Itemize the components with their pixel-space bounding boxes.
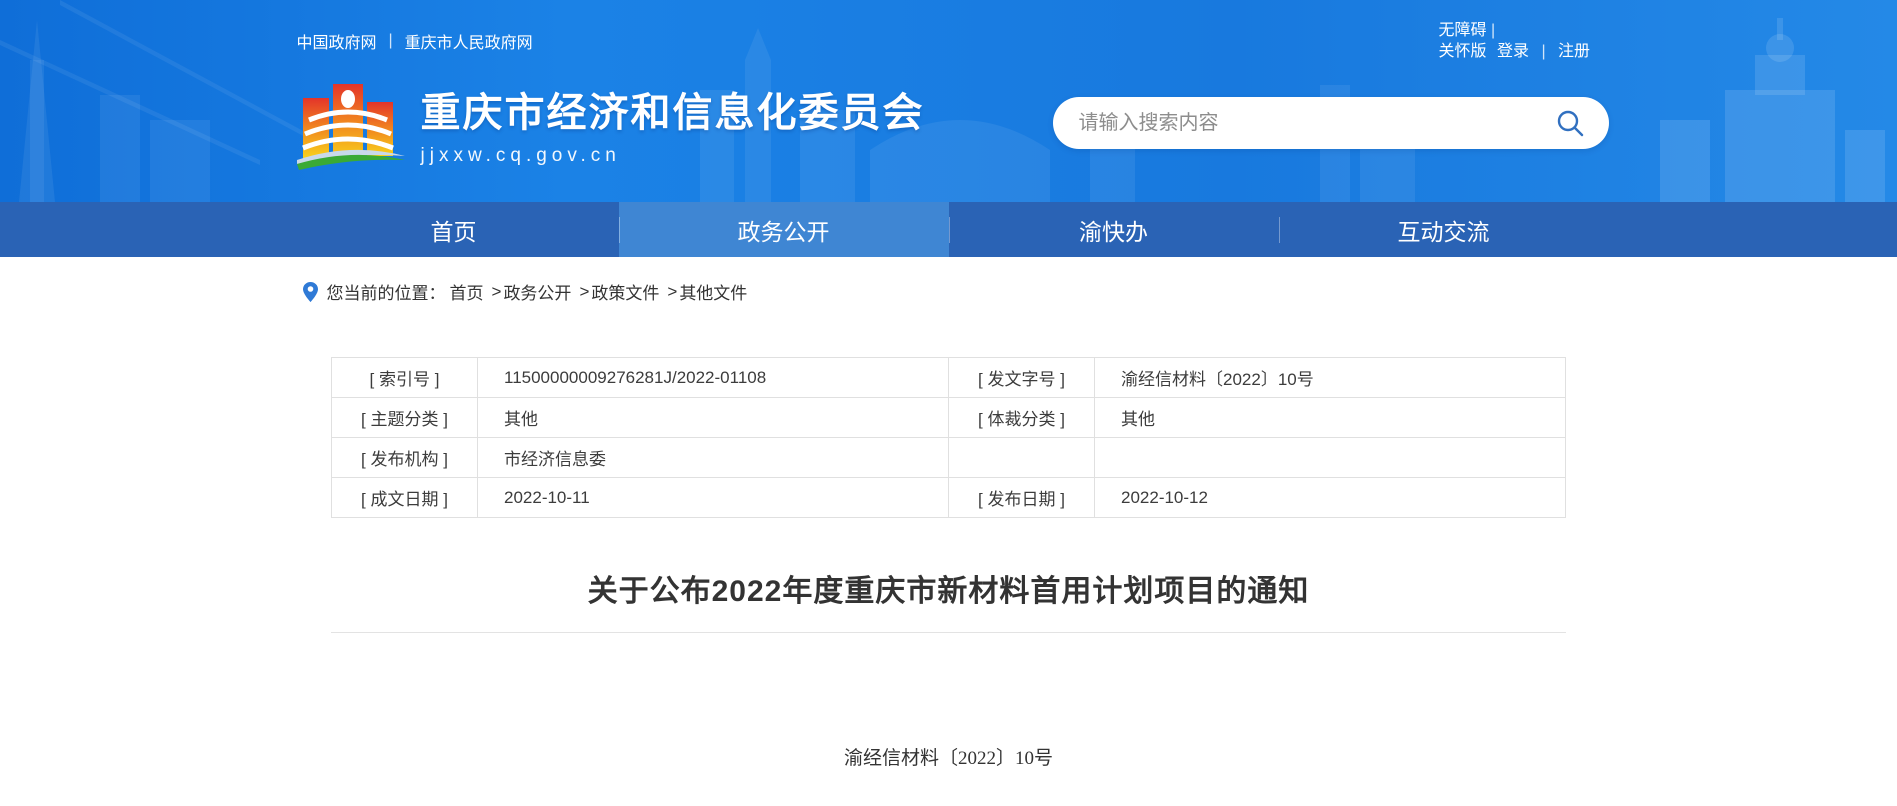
meta-label-doc-symbol: [ 发文字号 ] [948, 357, 1095, 398]
nav-tab-home[interactable]: 首页 [289, 202, 619, 257]
header-top-row: 中国政府网 | 重庆市人民政府网 无障碍 | 关怀版 登录 | 注册 [289, 0, 1609, 62]
breadcrumb-separator: > [667, 281, 678, 301]
meta-label-genre-category: [ 体裁分类 ] [948, 397, 1095, 438]
location-pin-icon [302, 281, 318, 302]
meta-label-index-no: [ 索引号 ] [331, 357, 478, 398]
search-input[interactable] [1078, 111, 1553, 135]
meta-label-empty [948, 437, 1095, 478]
nav-separator [1278, 217, 1280, 243]
search-icon [1557, 110, 1583, 137]
meta-value-genre-category: 其他 [1094, 397, 1566, 438]
search-button[interactable] [1553, 106, 1587, 140]
breadcrumb-separator: > [491, 281, 502, 301]
nav-separator [618, 217, 620, 243]
table-row: [ 索引号 ] 11500000009276281J/2022-01108 [ … [331, 357, 1566, 398]
link-care-version[interactable]: 关怀版 [1439, 43, 1487, 60]
search-box [1052, 97, 1609, 149]
meta-value-publish-date: 2022-10-12 [1094, 477, 1566, 518]
breadcrumb-other-files[interactable]: 其他文件 [679, 279, 747, 304]
meta-value-topic-category: 其他 [477, 397, 949, 438]
meta-label-issuing-agency: [ 发布机构 ] [331, 437, 478, 478]
brand-text: 重庆市经济和信息化委员会 jjxxw.cq.gov.cn [421, 80, 925, 167]
meta-label-topic-category: [ 主题分类 ] [331, 397, 478, 438]
table-row: [ 主题分类 ] 其他 [ 体裁分类 ] 其他 [331, 397, 1566, 438]
link-register[interactable]: 注册 [1558, 43, 1590, 60]
table-row: [ 发布机构 ] 市经济信息委 [331, 437, 1566, 478]
main-nav: 首页 政务公开 渝快办 互动交流 [0, 202, 1897, 257]
link-divider: | [1541, 43, 1546, 60]
agency-logo-icon [296, 84, 405, 170]
breadcrumb-separator: > [579, 281, 590, 301]
article-content: [ 索引号 ] 11500000009276281J/2022-01108 [ … [331, 357, 1566, 770]
link-cq-gov[interactable]: 重庆市人民政府网 [405, 29, 533, 53]
meta-value-index-no: 11500000009276281J/2022-01108 [477, 357, 949, 398]
document-number: 渝经信材料〔2022〕10号 [843, 748, 1053, 769]
site-url: jjxxw.cq.gov.cn [420, 144, 621, 166]
meta-value-issuing-agency: 市经济信息委 [477, 437, 949, 478]
link-accessibility[interactable]: 无障碍 [1439, 22, 1487, 39]
page-title: 关于公布2022年度重庆市新材料首用计划项目的通知 [587, 575, 1310, 608]
breadcrumb-home[interactable]: 首页 [450, 279, 484, 304]
link-china-gov[interactable]: 中国政府网 [297, 29, 377, 53]
table-row: [ 成文日期 ] 2022-10-11 [ 发布日期 ] 2022-10-12 [331, 477, 1566, 518]
title-divider [331, 632, 1566, 633]
nav-tab-interaction[interactable]: 互动交流 [1279, 202, 1609, 257]
nav-tab-yukuaiban[interactable]: 渝快办 [949, 202, 1279, 257]
meta-label-written-date: [ 成文日期 ] [331, 477, 478, 518]
user-links: 无障碍 | 关怀版 登录 | 注册 [1439, 20, 1609, 62]
breadcrumb: 您当前的位置： 首页 > 政务公开 > 政策文件 > 其他文件 [289, 279, 1609, 304]
meta-value-doc-symbol: 渝经信材料〔2022〕10号 [1094, 357, 1566, 398]
site-header: 中国政府网 | 重庆市人民政府网 无障碍 | 关怀版 登录 | 注册 重庆市经济… [0, 0, 1897, 202]
link-divider: | [388, 32, 393, 49]
breadcrumb-gov-affairs[interactable]: 政务公开 [503, 279, 571, 304]
partner-links: 中国政府网 | 重庆市人民政府网 [289, 20, 533, 62]
breadcrumb-policy-files[interactable]: 政策文件 [591, 279, 659, 304]
nav-separator [948, 217, 950, 243]
link-divider: | [1490, 22, 1496, 39]
meta-value-written-date: 2022-10-11 [477, 477, 949, 518]
breadcrumb-prefix: 您当前的位置： [326, 284, 446, 303]
link-login[interactable]: 登录 [1497, 43, 1529, 60]
document-meta-table: [ 索引号 ] 11500000009276281J/2022-01108 [ … [331, 357, 1566, 518]
meta-value-empty [1094, 437, 1566, 478]
site-title: 重庆市经济和信息化委员会 [420, 90, 925, 135]
meta-label-publish-date: [ 发布日期 ] [948, 477, 1095, 518]
nav-tab-gov-affairs[interactable]: 政务公开 [618, 202, 949, 257]
brand-row: 重庆市经济和信息化委员会 jjxxw.cq.gov.cn [289, 72, 1609, 174]
